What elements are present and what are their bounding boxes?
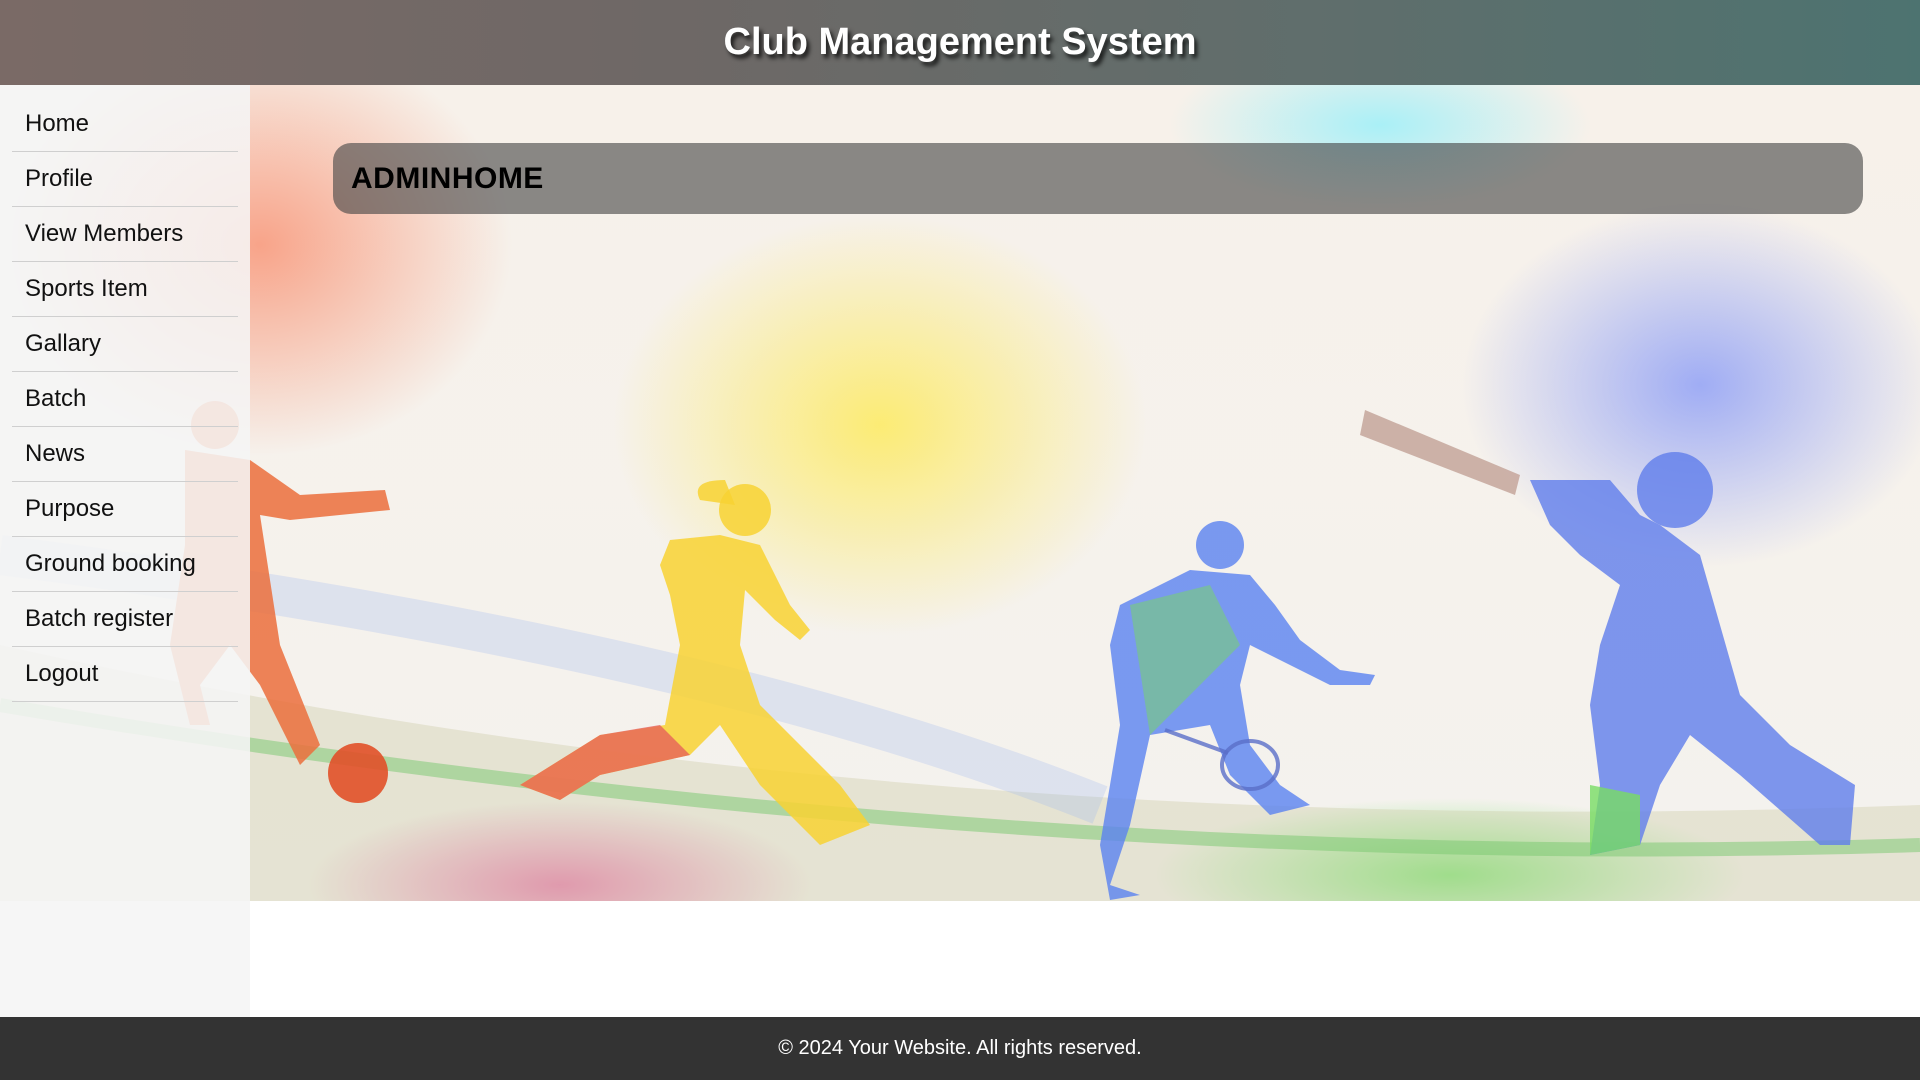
sidebar-item-gallary[interactable]: Gallary <box>12 317 238 372</box>
page-title: ADMINHOME <box>351 161 544 195</box>
sidebar-nav: Home Profile View Members Sports Item Ga… <box>0 85 250 1017</box>
sidebar-item-home[interactable]: Home <box>12 97 238 152</box>
sidebar-item-sports-item[interactable]: Sports Item <box>12 262 238 317</box>
sidebar-menu: Home Profile View Members Sports Item Ga… <box>0 85 250 702</box>
sidebar-item-view-members[interactable]: View Members <box>12 207 238 262</box>
page-title-bar: ADMINHOME <box>333 143 1863 214</box>
app-header: Club Management System <box>0 0 1920 85</box>
footer-copyright: © 2024 Your Website. All rights reserved… <box>778 1037 1142 1059</box>
sidebar-item-news[interactable]: News <box>12 427 238 482</box>
sidebar-item-batch[interactable]: Batch <box>12 372 238 427</box>
sidebar-item-purpose[interactable]: Purpose <box>12 482 238 537</box>
sidebar-item-ground-booking[interactable]: Ground booking <box>12 537 238 592</box>
sidebar-item-batch-register[interactable]: Batch register <box>12 592 238 647</box>
app-title: Club Management System <box>723 21 1197 63</box>
sidebar-item-profile[interactable]: Profile <box>12 152 238 207</box>
sidebar-item-logout[interactable]: Logout <box>12 647 238 702</box>
page-footer: © 2024 Your Website. All rights reserved… <box>0 1017 1920 1080</box>
